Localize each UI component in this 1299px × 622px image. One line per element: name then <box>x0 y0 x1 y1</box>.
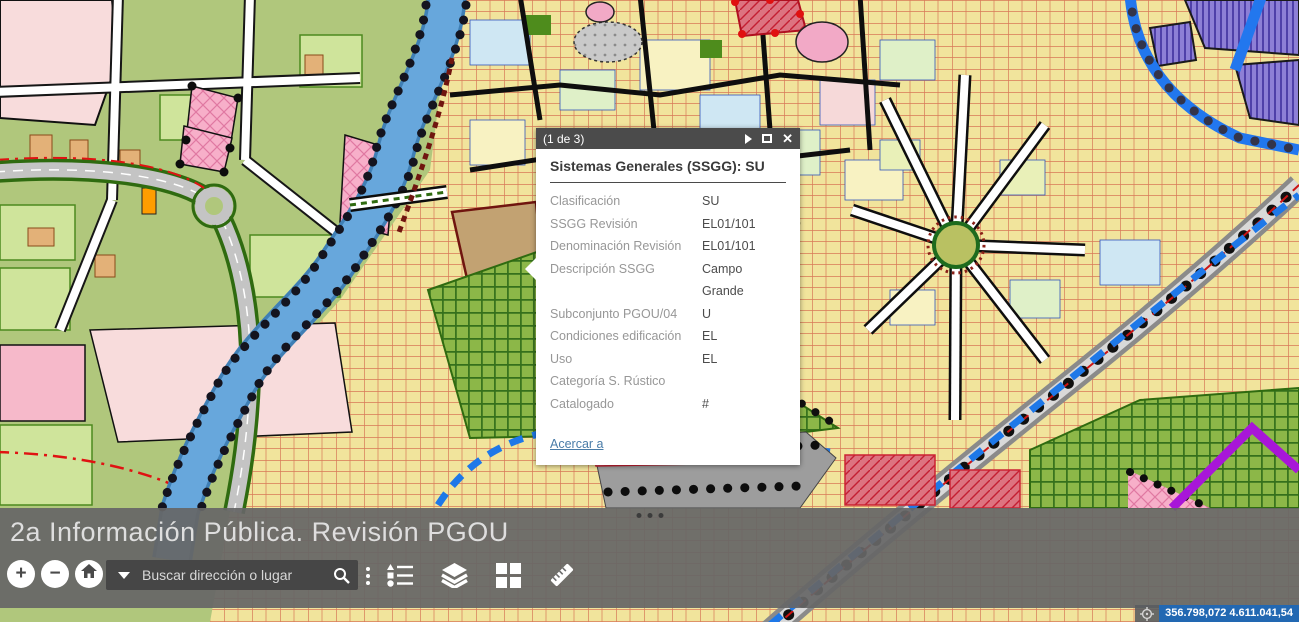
zoom-out-button[interactable]: − <box>41 560 69 588</box>
home-button[interactable] <box>75 560 103 588</box>
popup-body: Sistemas Generales (SSGG): SU Clasificac… <box>536 149 800 465</box>
crosshair-icon <box>1140 607 1154 621</box>
attribute-table: Clasificación SU SSGG Revisión EL01/101 … <box>550 190 786 415</box>
red-hatched-zone <box>735 0 806 36</box>
layers-button[interactable] <box>440 561 468 589</box>
zoom-in-button[interactable]: + <box>7 560 35 588</box>
page-title: 2a Información Pública. Revisión PGOU <box>10 517 509 548</box>
close-icon[interactable]: ✕ <box>782 132 793 145</box>
table-row: Descripción SSGG Campo Grande <box>550 258 786 303</box>
feature-popup: (1 de 3) ✕ Sistemas Generales (SSGG): SU… <box>536 128 800 465</box>
maximize-icon[interactable] <box>762 134 772 143</box>
bottom-panel: 2a Información Pública. Revisión PGOU + … <box>0 508 1299 608</box>
gray-dotted-zone <box>574 22 642 62</box>
search-icon <box>333 567 350 584</box>
search-input[interactable] <box>142 567 324 583</box>
popup-pager: (1 de 3) <box>543 132 735 146</box>
table-row: Denominación Revisión EL01/101 <box>550 235 786 258</box>
measure-button[interactable] <box>548 561 576 589</box>
roundabout <box>200 192 228 220</box>
legend-button[interactable] <box>386 561 414 589</box>
table-row: Categoría S. Rústico <box>550 370 786 393</box>
search-widget <box>106 560 358 590</box>
circular-plaza[interactable] <box>934 223 978 267</box>
popup-header[interactable]: (1 de 3) ✕ <box>536 128 800 149</box>
search-source-dropdown[interactable] <box>106 560 142 590</box>
measure-icon <box>548 561 576 589</box>
coordinates-readout: 356.798,072 4.611.041,54 <box>1159 605 1299 622</box>
table-row: Catalogado # <box>550 393 786 416</box>
table-row: SSGG Revisión EL01/101 <box>550 213 786 236</box>
panel-drag-handle[interactable] <box>632 509 667 522</box>
toolbar: + − <box>0 560 1299 594</box>
search-button[interactable] <box>324 560 358 590</box>
home-icon <box>81 564 97 579</box>
chevron-down-icon <box>118 572 130 579</box>
coordinates-widget: 356.798,072 4.611.041,54 <box>1135 605 1299 622</box>
app-window: (1 de 3) ✕ Sistemas Generales (SSGG): SU… <box>0 0 1299 622</box>
table-row: Clasificación SU <box>550 190 786 213</box>
basemap-gallery-button[interactable] <box>494 561 522 589</box>
table-row: Uso EL <box>550 348 786 371</box>
orange-zone <box>142 188 156 214</box>
basemap-grid-icon <box>496 563 521 588</box>
next-arrow-icon[interactable] <box>745 134 752 144</box>
popup-title: Sistemas Generales (SSGG): SU <box>550 158 786 183</box>
legend-icon <box>387 563 414 587</box>
locate-coordinates-button[interactable] <box>1135 605 1159 622</box>
layers-icon <box>441 563 468 588</box>
popup-pointer <box>525 258 536 280</box>
zoom-to-link[interactable]: Acercar a <box>550 437 604 451</box>
overflow-dots-icon <box>366 567 370 571</box>
table-row: Condiciones edificación EL <box>550 325 786 348</box>
overflow-menu-button[interactable] <box>360 563 376 589</box>
table-row: Subconjunto PGOU/04 U <box>550 303 786 326</box>
